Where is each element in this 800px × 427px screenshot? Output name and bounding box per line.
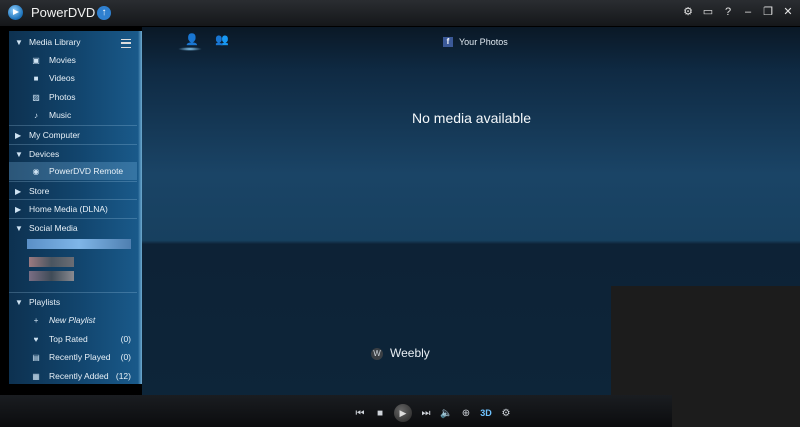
redacted-account-item[interactable] <box>27 239 131 249</box>
sidebar-item-label: Top Rated <box>49 334 88 344</box>
close-icon[interactable]: ✕ <box>782 4 794 20</box>
player-controls: ⏮ ■ ▶ ⏭ 🔈 ⊕ 3D ⚙ <box>354 404 512 422</box>
3d-icon[interactable]: 3D <box>480 408 492 418</box>
redacted-account-item[interactable] <box>29 271 74 281</box>
chevron-down-icon: ▼ <box>15 298 23 307</box>
sidebar-item-top-rated[interactable]: ♥ Top Rated (0) <box>9 330 137 348</box>
music-note-icon: ♪ <box>34 111 38 120</box>
remote-icon: ◉ <box>32 167 40 176</box>
heart-icon: ♥ <box>33 335 39 344</box>
sidebar-item-photos[interactable]: ▨ Photos <box>9 88 137 106</box>
minimize-icon[interactable]: – <box>742 4 754 20</box>
sidebar-item-label: Recently Played <box>49 352 111 362</box>
sidebar-item-label: Music <box>49 110 72 120</box>
sidebar-section-social-media[interactable]: ▼ Social Media <box>9 218 137 237</box>
chevron-down-icon: ▼ <box>15 224 23 233</box>
my-photos-tab-icon[interactable]: 👤 <box>185 33 199 47</box>
sidebar-section-store[interactable]: ▶ Store <box>9 181 137 200</box>
sidebar-section-label: Social Media <box>29 223 78 233</box>
tv-icon[interactable]: ▭ <box>702 4 714 20</box>
help-icon[interactable]: ? <box>722 4 734 20</box>
sidebar: ▼ Media Library ▣ Movies ■ Videos ▨ Photos ♪… <box>9 31 143 384</box>
item-count: (0) <box>120 334 131 344</box>
upgrade-icon[interactable]: ↑ <box>97 6 111 20</box>
powerdvd-logo-icon <box>8 5 23 20</box>
sidebar-item-videos[interactable]: ■ Videos <box>9 69 137 87</box>
sidebar-section-my-computer[interactable]: ▶ My Computer <box>9 125 137 144</box>
photo-icon: ▨ <box>32 93 40 102</box>
title-bar: PowerDVD ↑ ⚙ ▭ ? – ❐ ✕ <box>0 0 800 27</box>
facebook-icon: f <box>443 37 453 47</box>
sidebar-item-recently-played[interactable]: ▤ Recently Played (0) <box>9 348 137 366</box>
sidebar-section-devices[interactable]: ▼ Devices <box>9 144 137 163</box>
active-tab-indicator <box>178 47 202 51</box>
blank-area <box>611 286 800 395</box>
recently-played-icon: ▤ <box>32 353 40 362</box>
empty-state-message: No media available <box>412 110 532 126</box>
settings-gear-icon[interactable]: ⚙ <box>500 408 512 419</box>
volume-icon[interactable]: 🔈 <box>440 408 452 419</box>
recently-added-icon: ▦ <box>32 372 40 381</box>
redacted-account-item[interactable] <box>29 257 74 267</box>
sidebar-item-label: Photos <box>49 92 76 102</box>
sidebar-item-label: New Playlist <box>49 315 96 325</box>
sidebar-section-home-media[interactable]: ▶ Home Media (DLNA) <box>9 199 137 218</box>
sidebar-item-new-playlist[interactable]: + New Playlist <box>9 311 137 329</box>
plus-icon: + <box>33 316 39 325</box>
weebly-logo-icon: W <box>371 347 383 360</box>
chevron-down-icon: ▼ <box>15 38 23 47</box>
play-icon[interactable]: ▶ <box>394 404 412 422</box>
sidebar-section-label: Media Library <box>29 37 81 47</box>
previous-icon[interactable]: ⏮ <box>354 408 366 419</box>
blank-area <box>672 395 800 427</box>
sidebar-item-powerdvd-remote[interactable]: ◉ PowerDVD Remote <box>9 162 137 180</box>
player-control-bar <box>0 395 672 427</box>
restore-icon[interactable]: ❐ <box>762 4 774 20</box>
chevron-right-icon: ▶ <box>15 205 22 214</box>
sidebar-section-playlists[interactable]: ▼ Playlists <box>9 292 137 311</box>
sidebar-section-label: Playlists <box>29 297 61 307</box>
panel-title: Your Photos <box>459 37 508 47</box>
video-icon: ■ <box>33 74 39 83</box>
settings-icon[interactable]: ⚙ <box>682 4 694 20</box>
sidebar-item-label: Movies <box>49 55 76 65</box>
sidebar-item-label: PowerDVD Remote <box>49 166 124 176</box>
item-count: (0) <box>120 352 131 362</box>
watermark: W Weebly <box>371 346 430 360</box>
item-count: (12) <box>115 371 131 381</box>
stop-icon[interactable]: ■ <box>374 408 386 419</box>
chevron-right-icon: ▶ <box>15 131 22 140</box>
sidebar-section-label: My Computer <box>29 130 81 140</box>
sidebar-item-music[interactable]: ♪ Music <box>9 106 137 124</box>
next-icon[interactable]: ⏭ <box>420 408 432 419</box>
sidebar-section-media-library[interactable]: ▼ Media Library <box>9 33 137 51</box>
list-view-icon[interactable] <box>121 39 131 48</box>
sidebar-item-label: Videos <box>49 73 75 83</box>
sidebar-item-label: Recently Added <box>49 371 109 381</box>
sidebar-section-label: Devices <box>29 149 60 159</box>
friends-photos-tab-icon[interactable]: 👥 <box>215 33 229 47</box>
sidebar-section-label: Home Media (DLNA) <box>29 204 108 214</box>
app-title: PowerDVD <box>31 5 96 20</box>
sidebar-item-recently-added[interactable]: ▦ Recently Added (12) <box>9 367 137 384</box>
sidebar-section-label: Store <box>29 186 50 196</box>
film-icon: ▣ <box>32 56 40 65</box>
zoom-icon[interactable]: ⊕ <box>460 408 472 419</box>
sidebar-item-movies[interactable]: ▣ Movies <box>9 51 137 69</box>
watermark-text: Weebly <box>390 346 430 360</box>
